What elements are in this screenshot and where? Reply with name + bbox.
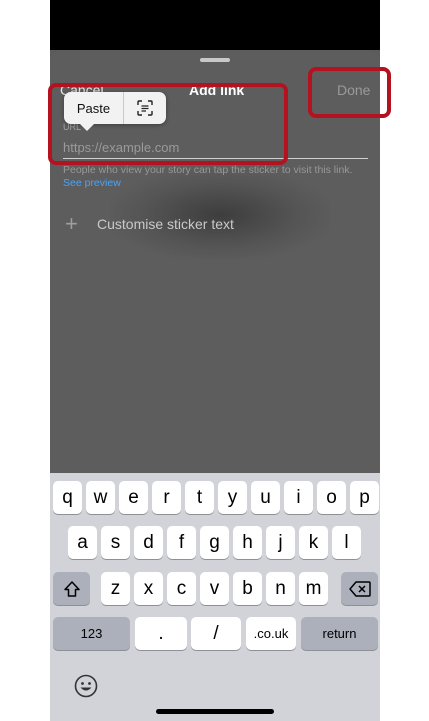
key-h[interactable]: h bbox=[233, 526, 262, 559]
helper-description: People who view your story can tap the s… bbox=[63, 164, 353, 176]
key-w[interactable]: w bbox=[86, 481, 115, 514]
backspace-icon bbox=[348, 580, 371, 597]
key-z[interactable]: z bbox=[101, 572, 130, 605]
shift-key[interactable] bbox=[53, 572, 90, 605]
domain-key[interactable]: .co.uk bbox=[246, 617, 296, 650]
key-m[interactable]: m bbox=[299, 572, 328, 605]
emoji-button[interactable] bbox=[73, 673, 99, 699]
keyboard: q w e r t y u i o p a s d f g h j k l z … bbox=[50, 473, 380, 721]
key-q[interactable]: q bbox=[53, 481, 82, 514]
customise-sticker-text-label: Customise sticker text bbox=[97, 216, 234, 232]
key-d[interactable]: d bbox=[134, 526, 163, 559]
key-t[interactable]: t bbox=[185, 481, 214, 514]
key-s[interactable]: s bbox=[101, 526, 130, 559]
highlight-box-done bbox=[308, 67, 391, 118]
key-f[interactable]: f bbox=[167, 526, 196, 559]
return-key[interactable]: return bbox=[301, 617, 378, 650]
emoji-icon bbox=[74, 674, 98, 698]
key-u[interactable]: u bbox=[251, 481, 280, 514]
key-v[interactable]: v bbox=[200, 572, 229, 605]
story-background bbox=[50, 0, 380, 50]
key-a[interactable]: a bbox=[68, 526, 97, 559]
key-c[interactable]: c bbox=[167, 572, 196, 605]
delete-key[interactable] bbox=[341, 572, 378, 605]
plus-icon: + bbox=[65, 211, 78, 236]
home-indicator bbox=[156, 709, 274, 714]
key-e[interactable]: e bbox=[119, 481, 148, 514]
key-p[interactable]: p bbox=[350, 481, 379, 514]
dot-key[interactable]: . bbox=[135, 617, 187, 650]
key-o[interactable]: o bbox=[317, 481, 346, 514]
shift-arrow-icon bbox=[63, 580, 80, 597]
customise-sticker-text-row[interactable]: + Customise sticker text bbox=[65, 211, 234, 236]
key-i[interactable]: i bbox=[284, 481, 313, 514]
key-y[interactable]: y bbox=[218, 481, 247, 514]
highlight-box-url bbox=[48, 83, 288, 165]
key-b[interactable]: b bbox=[233, 572, 262, 605]
key-n[interactable]: n bbox=[266, 572, 295, 605]
key-x[interactable]: x bbox=[134, 572, 163, 605]
see-preview-link[interactable]: See preview bbox=[63, 177, 121, 189]
key-g[interactable]: g bbox=[200, 526, 229, 559]
helper-text: People who view your story can tap the s… bbox=[63, 164, 368, 190]
key-l[interactable]: l bbox=[332, 526, 361, 559]
sheet-grabber[interactable] bbox=[200, 58, 230, 62]
slash-key[interactable]: / bbox=[191, 617, 241, 650]
key-j[interactable]: j bbox=[266, 526, 295, 559]
key-k[interactable]: k bbox=[299, 526, 328, 559]
numbers-key[interactable]: 123 bbox=[53, 617, 130, 650]
key-r[interactable]: r bbox=[152, 481, 181, 514]
